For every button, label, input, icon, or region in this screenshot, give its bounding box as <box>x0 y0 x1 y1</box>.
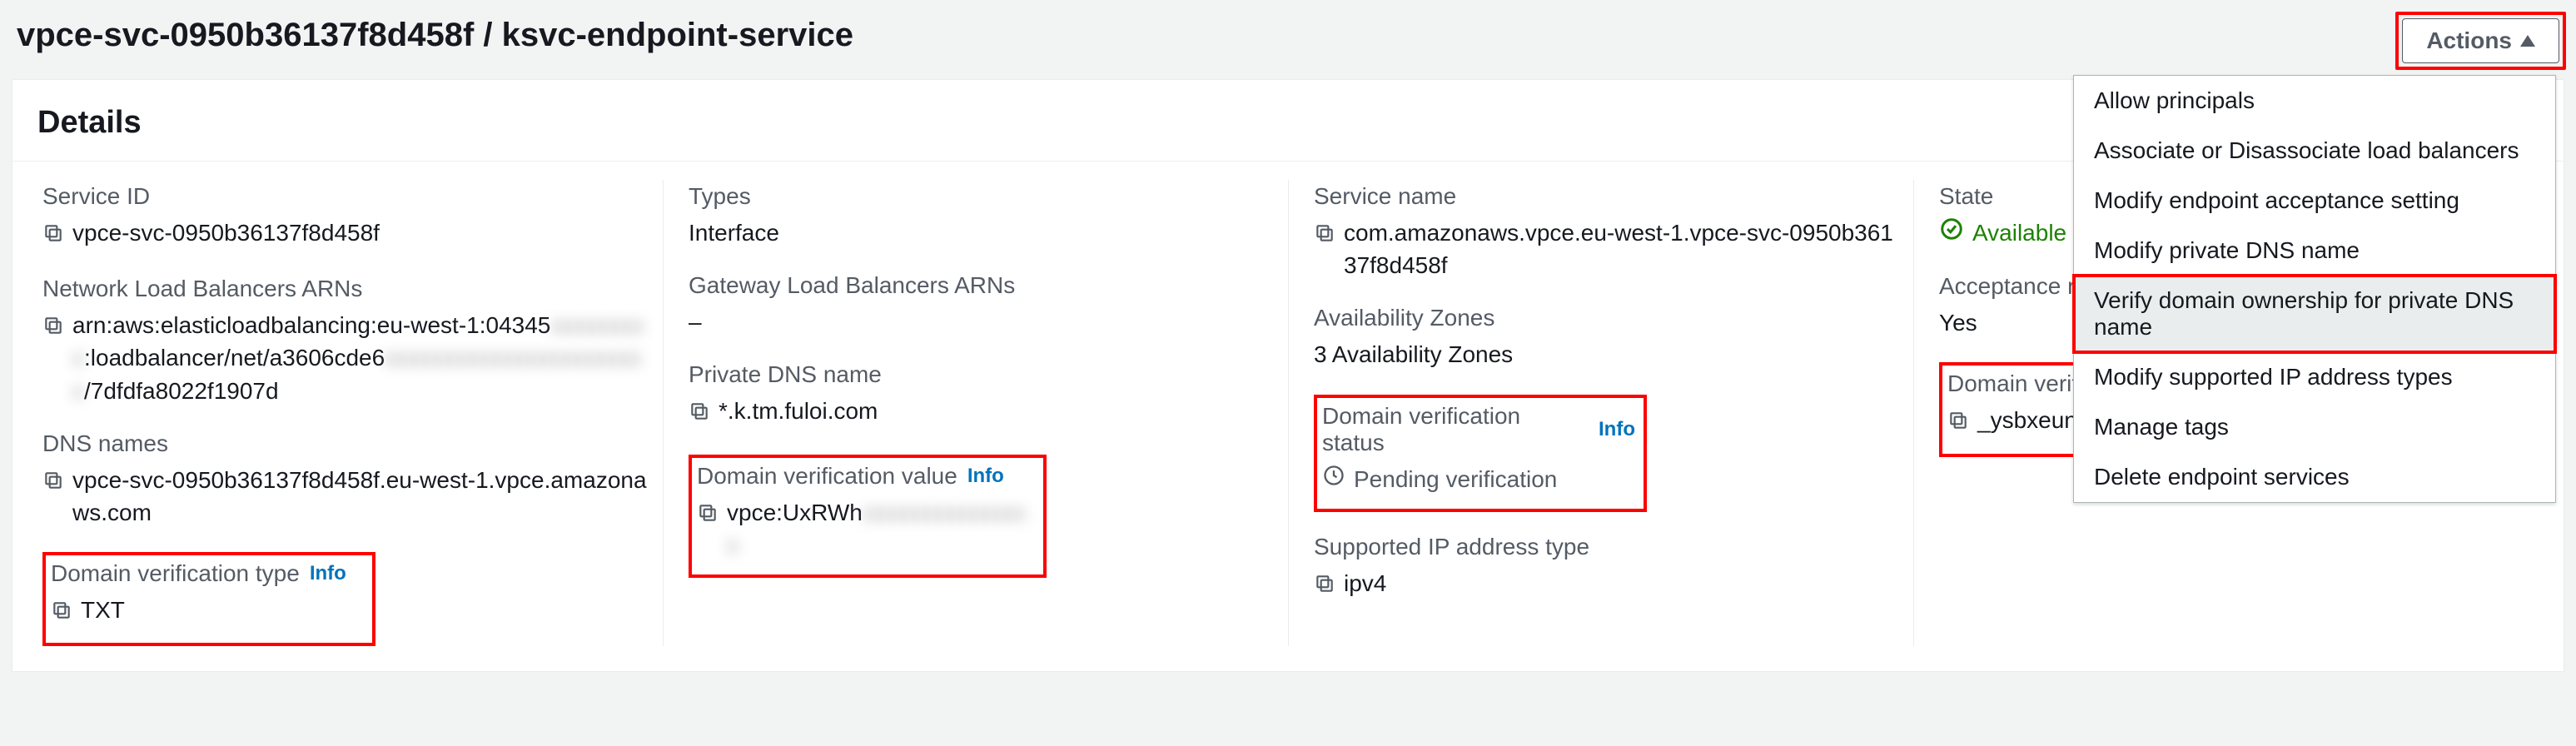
label-dvt: Domain verification type Info <box>51 560 364 587</box>
field-sip: Supported IP address type ipv4 <box>1314 534 1898 603</box>
label-az: Availability Zones <box>1314 305 1898 331</box>
page-header: vpce-svc-0950b36137f8d458f / ksvc-endpoi… <box>0 0 2576 79</box>
copy-icon[interactable] <box>1314 220 1335 252</box>
info-link[interactable]: Info <box>967 465 1004 488</box>
copy-icon[interactable] <box>42 220 64 252</box>
label-dvs: Domain verification status Info <box>1322 403 1635 456</box>
copy-icon[interactable] <box>689 398 710 430</box>
copy-icon[interactable] <box>42 467 64 500</box>
value-sip: ipv4 <box>1344 567 1386 599</box>
value-service-name: com.amazonaws.vpce.eu-west-1.vpce-svc-09… <box>1344 216 1898 281</box>
actions-button-highlight: Actions <box>2395 12 2566 70</box>
field-dvt: Domain verification type Info TXT <box>51 560 364 629</box>
field-dvv: Domain verification value Info vpce:UxRW… <box>697 463 1035 561</box>
value-pdns: *.k.tm.fuloi.com <box>719 395 878 427</box>
value-glb: – <box>689 306 702 338</box>
menu-associate-lb[interactable]: Associate or Disassociate load balancers <box>2074 126 2555 176</box>
menu-allow-principals[interactable]: Allow principals <box>2074 76 2555 126</box>
field-dns-names: DNS names vpce-svc-0950b36137f8d458f.eu-… <box>42 430 648 529</box>
chevron-up-icon <box>2520 35 2535 47</box>
value-dvv: vpce:UxRWhxxxxxxxxxxxxxxx <box>727 496 1035 561</box>
copy-icon[interactable] <box>1314 570 1335 603</box>
menu-modify-ip-types[interactable]: Modify supported IP address types <box>2074 352 2555 402</box>
menu-verify-domain[interactable]: Verify domain ownership for private DNS … <box>2074 276 2555 352</box>
label-glb: Gateway Load Balancers ARNs <box>689 272 1273 299</box>
value-dvt: TXT <box>81 594 125 626</box>
highlight-dvs: Domain verification status Info Pending … <box>1314 395 1647 512</box>
copy-icon[interactable] <box>697 500 719 532</box>
value-nlb-arn: arn:aws:elasticloadbalancing:eu-west-1:0… <box>72 309 648 407</box>
details-col-1: Service ID vpce-svc-0950b36137f8d458f Ne… <box>37 180 663 646</box>
label-pdns: Private DNS name <box>689 361 1273 388</box>
field-pdns: Private DNS name *.k.tm.fuloi.com <box>689 361 1273 430</box>
field-service-id: Service ID vpce-svc-0950b36137f8d458f <box>42 183 648 252</box>
highlight-dvt: Domain verification type Info TXT <box>42 552 375 646</box>
info-link[interactable]: Info <box>310 562 346 585</box>
menu-modify-pdns[interactable]: Modify private DNS name <box>2074 226 2555 276</box>
value-state: Available <box>1972 216 2066 249</box>
details-col-3: Service name com.amazonaws.vpce.eu-west-… <box>1288 180 1913 646</box>
actions-button[interactable]: Actions <box>2402 18 2559 63</box>
label-types: Types <box>689 183 1273 210</box>
info-link[interactable]: Info <box>1599 418 1635 441</box>
copy-icon[interactable] <box>1947 407 1969 440</box>
label-dns-names: DNS names <box>42 430 648 457</box>
highlight-dvv: Domain verification value Info vpce:UxRW… <box>689 455 1047 578</box>
label-nlb-arn: Network Load Balancers ARNs <box>42 276 648 302</box>
clock-icon <box>1322 463 1345 495</box>
field-service-name: Service name com.amazonaws.vpce.eu-west-… <box>1314 183 1898 281</box>
label-service-id: Service ID <box>42 183 648 210</box>
actions-dropdown: Allow principals Associate or Disassocia… <box>2073 75 2556 503</box>
copy-icon[interactable] <box>42 312 64 345</box>
menu-manage-tags[interactable]: Manage tags <box>2074 402 2555 452</box>
value-accept: Yes <box>1939 306 1977 339</box>
page-title: vpce-svc-0950b36137f8d458f / ksvc-endpoi… <box>17 17 853 54</box>
value-az: 3 Availability Zones <box>1314 338 1513 371</box>
details-col-2: Types Interface Gateway Load Balancers A… <box>663 180 1288 646</box>
actions-button-label: Actions <box>2426 27 2512 54</box>
menu-delete-services[interactable]: Delete endpoint services <box>2074 452 2555 502</box>
copy-icon[interactable] <box>51 597 72 629</box>
value-dns-names: vpce-svc-0950b36137f8d458f.eu-west-1.vpc… <box>72 464 648 529</box>
field-glb: Gateway Load Balancers ARNs – <box>689 272 1273 338</box>
field-dvs: Domain verification status Info Pending … <box>1322 403 1635 495</box>
label-sip: Supported IP address type <box>1314 534 1898 560</box>
field-types: Types Interface <box>689 183 1273 249</box>
label-service-name: Service name <box>1314 183 1898 210</box>
value-types: Interface <box>689 216 779 249</box>
label-dvv: Domain verification value Info <box>697 463 1035 490</box>
field-az: Availability Zones 3 Availability Zones <box>1314 305 1898 371</box>
check-circle-icon <box>1939 216 1964 250</box>
menu-modify-acceptance[interactable]: Modify endpoint acceptance setting <box>2074 176 2555 226</box>
value-dvs: Pending verification <box>1354 463 1557 495</box>
value-service-id: vpce-svc-0950b36137f8d458f <box>72 216 380 249</box>
field-nlb-arn: Network Load Balancers ARNs arn:aws:elas… <box>42 276 648 407</box>
